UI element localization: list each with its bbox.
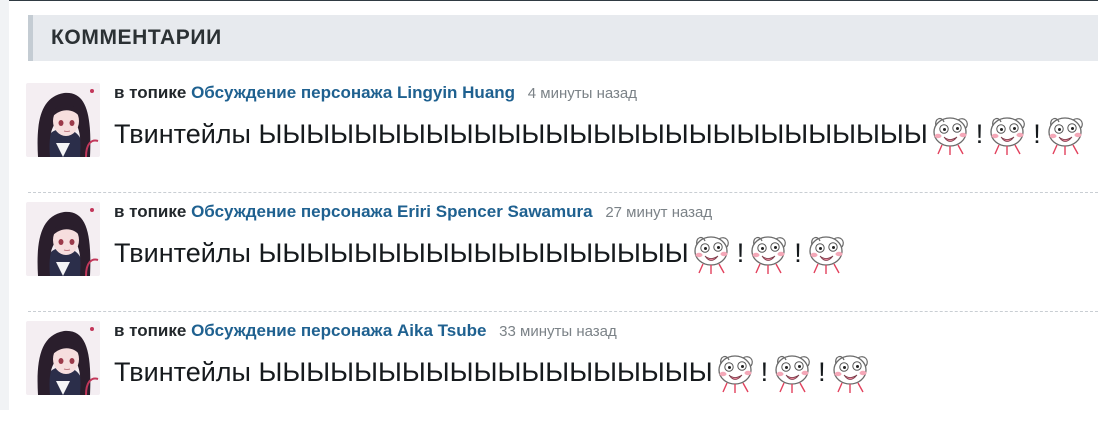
comment-item: в топике Обсуждение персонажа Eriri Spen… (26, 194, 1098, 314)
comment-item: в топике Обсуждение персонажа Aika Tsube… (26, 313, 1098, 433)
anime-girl-avatar-icon (26, 83, 100, 157)
comment-time[interactable]: 4 минуты назад (528, 85, 637, 102)
comment-separator (28, 192, 1098, 193)
rage-face-smiley-icon (746, 231, 792, 275)
rage-face-smiley-icon (804, 231, 850, 275)
comment-item: в топике Обсуждение персонажа Lingyin Hu… (26, 75, 1098, 195)
rage-face-smiley-icon (1043, 112, 1089, 156)
exclamation: ! (1033, 119, 1041, 149)
topic-link[interactable]: Обсуждение персонажа Aika Tsube (191, 321, 486, 340)
rage-face-smiley-icon (985, 112, 1031, 156)
comment-text: Твинтейлы ЫЫЫЫЫЫЫЫЫЫЫЫЫЫЫЫЫЫЫЫЫЫЫЫЫЫЫЫ (114, 119, 928, 149)
exclamation: ! (736, 238, 745, 268)
topic-prefix: в топике (114, 83, 187, 102)
topic-prefix: в топике (114, 321, 187, 340)
comment-meta: в топике Обсуждение персонажа Eriri Spen… (114, 200, 712, 225)
rage-face-smiley-icon (770, 350, 816, 394)
comment-body: Твинтейлы ЫЫЫЫЫЫЫЫЫЫЫЫЫЫЫЫЫЫ ! ! (114, 231, 850, 275)
comment-text: Твинтейлы ЫЫЫЫЫЫЫЫЫЫЫЫЫЫЫЫЫЫЫ (114, 357, 713, 387)
exclamation: ! (975, 119, 984, 149)
user-avatar[interactable] (26, 83, 100, 157)
comments-section-header: КОММЕНТАРИИ (28, 15, 1098, 61)
comment-body: Твинтейлы ЫЫЫЫЫЫЫЫЫЫЫЫЫЫЫЫЫЫЫ ! ! (114, 350, 874, 394)
rage-face-smiley-icon (928, 112, 974, 156)
topic-prefix: в топике (114, 202, 187, 221)
comment-time[interactable]: 27 минут назад (605, 204, 712, 221)
comment-meta: в топике Обсуждение персонажа Lingyin Hu… (114, 81, 637, 106)
comment-text: Твинтейлы ЫЫЫЫЫЫЫЫЫЫЫЫЫЫЫЫЫЫ (114, 238, 689, 268)
comment-separator (28, 311, 1098, 312)
comment-time[interactable]: 33 минуты назад (499, 323, 617, 340)
rage-face-smiley-icon (828, 350, 874, 394)
rage-face-smiley-icon (689, 231, 735, 275)
section-title: КОММЕНТАРИИ (51, 26, 222, 49)
user-avatar[interactable] (26, 321, 100, 395)
anime-girl-avatar-icon (26, 202, 100, 276)
top-divider (9, 0, 1098, 1)
page-left-edge (0, 0, 9, 410)
exclamation: ! (760, 357, 769, 387)
exclamation: ! (794, 238, 802, 268)
topic-link[interactable]: Обсуждение персонажа Eriri Spencer Sawam… (191, 202, 593, 221)
exclamation: ! (818, 357, 826, 387)
comment-body: Твинтейлы ЫЫЫЫЫЫЫЫЫЫЫЫЫЫЫЫЫЫЫЫЫЫЫЫЫЫЫЫ !… (114, 112, 1089, 156)
anime-girl-avatar-icon (26, 321, 100, 395)
user-avatar[interactable] (26, 202, 100, 276)
rage-face-smiley-icon (713, 350, 759, 394)
comment-meta: в топике Обсуждение персонажа Aika Tsube… (114, 319, 617, 344)
topic-link[interactable]: Обсуждение персонажа Lingyin Huang (191, 83, 515, 102)
